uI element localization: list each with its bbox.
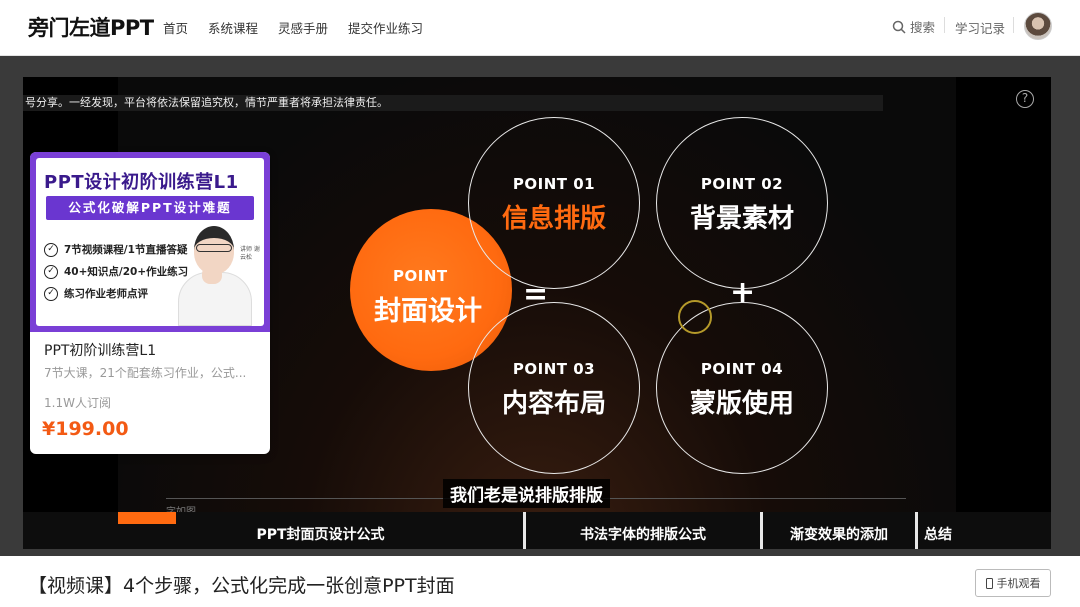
course-description: 7节大课，21个配套练习作业，公式...	[44, 366, 247, 380]
cover-item-text: 练习作业老师点评	[64, 288, 148, 300]
point-circle-2: POINT 02 背景素材	[656, 117, 828, 289]
check-icon: ✓	[44, 242, 58, 257]
cover-item: ✓ 7节视频课程/1节直播答疑	[44, 242, 187, 257]
video-subtitle: 我们老是说排版排版	[443, 479, 610, 508]
point-name: 蒙版使用	[689, 389, 794, 419]
copyright-notice: 号分享。一经发现，平台将依法保留追究权，情节严重者将承担法律责任。	[23, 95, 883, 111]
cover-item: ✓ 练习作业老师点评	[44, 286, 148, 301]
teacher-label: 讲师 谢云松	[240, 246, 260, 261]
point-circle-3: POINT 03 内容布局	[468, 302, 640, 474]
search-label: 搜索	[910, 20, 936, 35]
cover-item: ✓ 40+知识点/20+作业练习	[44, 264, 188, 279]
mobile-view-button[interactable]: 手机观看	[975, 569, 1051, 597]
center-title: 封面设计	[374, 296, 482, 327]
teacher-glasses	[196, 244, 232, 252]
top-nav-bar: 旁门左道PPT 首页 系统课程 灵感手册 提交作业练习 搜索 学习记录	[0, 0, 1080, 56]
mobile-view-label: 手机观看	[996, 577, 1041, 590]
cursor-highlight-icon	[678, 300, 712, 334]
point-label: POINT 02	[700, 175, 784, 193]
point-label: POINT 04	[700, 360, 784, 378]
point-name: 内容布局	[501, 389, 606, 419]
user-avatar[interactable]	[1024, 12, 1052, 40]
cover-title: PPT设计初阶训练营L1	[44, 172, 239, 193]
point-name: 信息排版	[501, 204, 606, 234]
search-icon	[892, 20, 906, 34]
cover-item-text: 40+知识点/20+作业练习	[64, 266, 189, 278]
chapter-1[interactable]: PPT封面页设计公式	[118, 512, 523, 549]
point-label: POINT 03	[512, 360, 596, 378]
search-button[interactable]: 搜索	[892, 17, 935, 36]
center-point-label: POINT	[393, 267, 448, 285]
divider	[1013, 17, 1014, 33]
check-icon: ✓	[44, 286, 58, 301]
course-name[interactable]: PPT初阶训练营L1	[44, 340, 156, 360]
cover-panel: PPT设计初阶训练营L1 公式化破解PPT设计难题 ✓ 7节视频课程/1节直播答…	[36, 158, 264, 326]
chapter-4[interactable]: 总结	[918, 512, 958, 549]
divider	[944, 17, 945, 33]
help-icon[interactable]: ?	[1016, 90, 1034, 108]
teacher-hand	[202, 266, 222, 284]
chapter-3[interactable]: 渐变效果的添加	[763, 512, 915, 549]
cover-item-text: 7节视频课程/1节直播答疑	[64, 244, 188, 256]
plus-sign: +	[730, 275, 756, 310]
phone-icon	[985, 577, 993, 589]
nav-home[interactable]: 首页	[163, 18, 188, 37]
point-name: 背景素材	[689, 204, 794, 234]
nav-submit-homework[interactable]: 提交作业练习	[348, 18, 423, 37]
site-logo[interactable]: 旁门左道PPT	[28, 12, 154, 42]
check-icon: ✓	[44, 264, 58, 279]
course-subscribers: 1.1W人订阅	[44, 396, 111, 410]
chapter-bar: PPT封面页设计公式 书法字体的排版公式 渐变效果的添加 总结	[23, 512, 1051, 549]
nav-courses[interactable]: 系统课程	[208, 18, 258, 37]
course-price: ¥199.00	[42, 418, 129, 440]
chapter-2[interactable]: 书法字体的排版公式	[526, 512, 760, 549]
cover-subtitle: 公式化破解PPT设计难题	[46, 196, 254, 220]
learning-record-link[interactable]: 学习记录	[955, 18, 1005, 37]
video-title: 【视频课】4个步骤，公式化完成一张创意PPT封面	[28, 575, 455, 597]
point-circle-1: POINT 01 信息排版	[468, 117, 640, 289]
teacher-photo: 讲师 谢云松	[176, 218, 260, 326]
course-cover: PPT设计初阶训练营L1 公式化破解PPT设计难题 ✓ 7节视频课程/1节直播答…	[30, 152, 270, 332]
main-nav: 首页 系统课程 灵感手册 提交作业练习	[163, 18, 423, 37]
course-card[interactable]: PPT设计初阶训练营L1 公式化破解PPT设计难题 ✓ 7节视频课程/1节直播答…	[30, 152, 270, 454]
nav-inspiration[interactable]: 灵感手册	[278, 18, 328, 37]
point-label: POINT 01	[512, 175, 596, 193]
